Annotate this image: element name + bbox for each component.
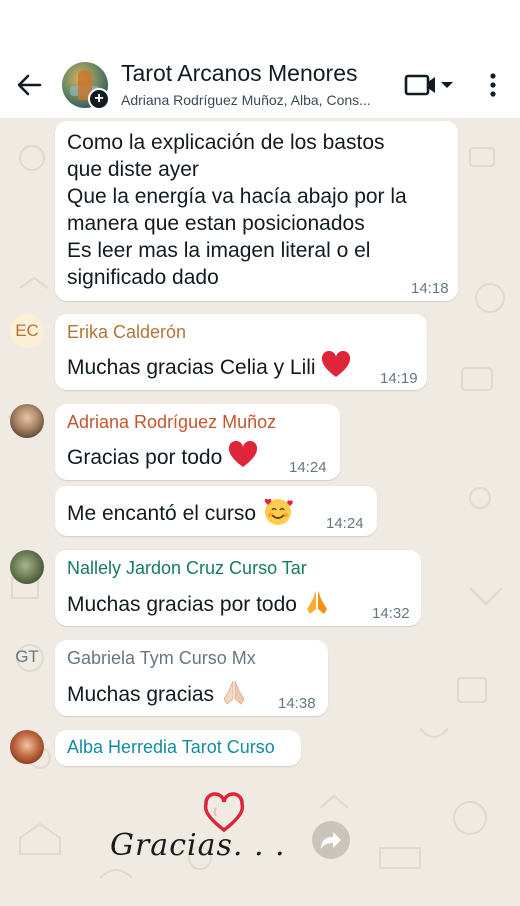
avatar[interactable] <box>10 550 44 584</box>
add-icon: + <box>88 88 110 110</box>
message-text: Como la explicación de los bastos <box>67 131 385 154</box>
message-text: Es leer mas la imagen literal o el <box>67 239 371 262</box>
message-time: 14:38 <box>278 695 316 712</box>
message-text: Muchas gracias Celia y Lili <box>67 350 351 386</box>
message-text: que diste ayer <box>67 158 199 181</box>
folded-hands-icon <box>303 587 331 624</box>
message-time: 14:24 <box>289 459 327 476</box>
sender-name[interactable]: Alba Herredia Tarot Curso <box>67 737 275 758</box>
sender-name[interactable]: Gabriela Tym Curso Mx <box>67 648 256 669</box>
back-arrow-icon[interactable] <box>14 70 44 100</box>
message-time: 14:19 <box>380 370 418 387</box>
smiling-face-with-hearts-icon <box>262 496 294 533</box>
sticker-text: Gracias. . . <box>110 828 286 863</box>
message-text-content: Gracias por todo <box>67 446 223 470</box>
message-text: Gracias por todo <box>67 440 258 476</box>
message-time: 14:24 <box>326 515 364 532</box>
message-time: 14:32 <box>372 605 410 622</box>
sender-name[interactable]: Erika Calderón <box>67 322 186 343</box>
folded-hands-icon <box>220 677 248 714</box>
more-options-icon[interactable] <box>482 70 504 100</box>
avatar-initials[interactable]: GT <box>10 640 44 674</box>
message-text: Que la energía va hacía abajo por la <box>67 185 407 208</box>
avatar[interactable] <box>10 730 44 764</box>
chat-header: + Tarot Arcanos Menores Adriana Rodrígue… <box>0 0 520 118</box>
sender-name[interactable]: Nallely Jardon Cruz Curso Tar <box>67 558 307 579</box>
message-text: Muchas gracias por todo <box>67 587 331 624</box>
avatar-initials: EC <box>15 321 39 340</box>
chat-participants[interactable]: Adriana Rodríguez Muñoz, Alba, Cons... <box>121 92 371 108</box>
red-heart-icon <box>228 440 258 476</box>
message-text: manera que estan posicionados <box>67 212 365 235</box>
message-text: Me encantó el curso <box>67 496 294 533</box>
message-text-content: Muchas gracias Celia y Lili <box>67 356 316 380</box>
message-text: Muchas gracias <box>67 677 248 714</box>
video-call-button[interactable] <box>404 70 456 100</box>
forward-button[interactable] <box>312 821 350 859</box>
chat-title[interactable]: Tarot Arcanos Menores <box>121 60 358 87</box>
message-text-content: Me encantó el curso <box>67 502 257 526</box>
message-text-content: Muchas gracias <box>67 683 215 707</box>
forward-icon <box>321 832 341 849</box>
message-text-content: Muchas gracias por todo <box>67 593 297 617</box>
avatar[interactable] <box>10 404 44 438</box>
message-time: 14:18 <box>411 280 449 297</box>
app-window: + Tarot Arcanos Menores Adriana Rodrígue… <box>0 0 520 906</box>
red-heart-icon <box>321 350 351 386</box>
sender-name[interactable]: Adriana Rodríguez Muñoz <box>67 412 276 433</box>
message-text: significado dado <box>67 266 219 289</box>
